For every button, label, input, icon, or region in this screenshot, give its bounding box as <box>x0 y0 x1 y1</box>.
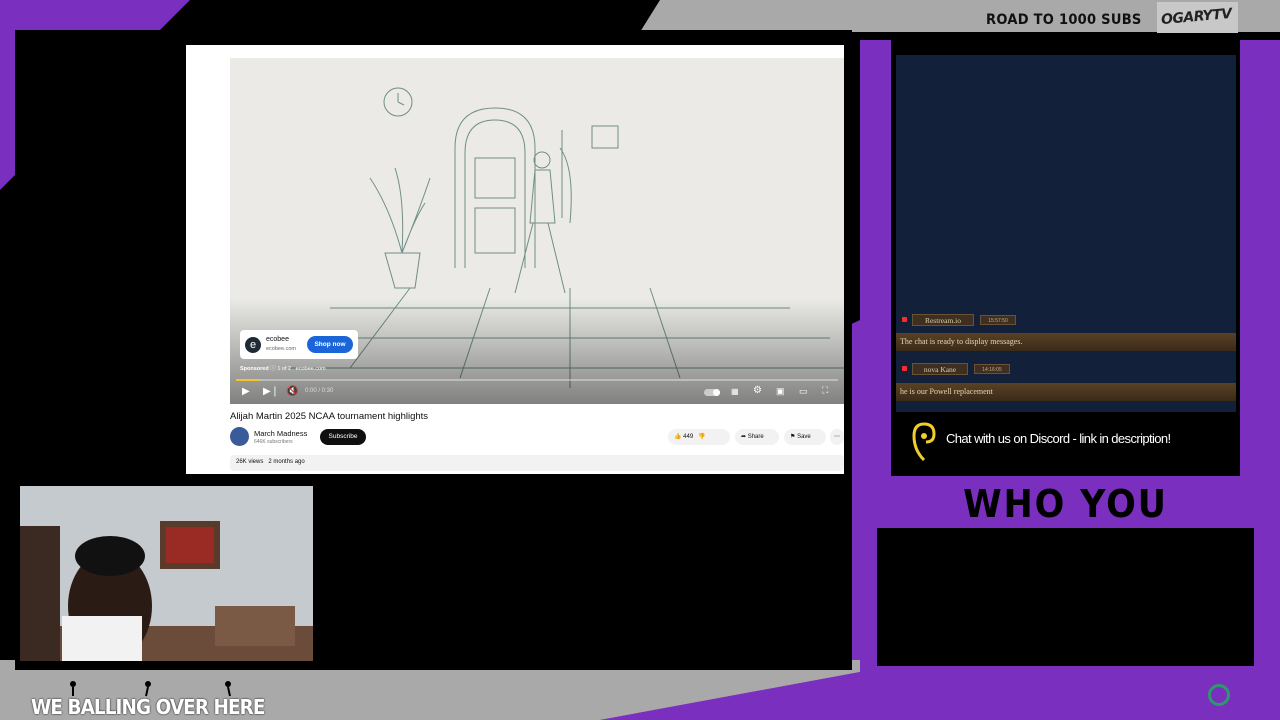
share-label: Share <box>747 434 764 440</box>
brand-logo: OGARYTV <box>1157 2 1238 34</box>
sponsored-text: Sponsored <box>240 366 269 372</box>
ad-card[interactable]: e ecobee ecobee.com Shop now <box>240 330 358 359</box>
youtube-chat-icon <box>902 366 907 371</box>
ad-advertiser: ecobee <box>266 336 289 343</box>
ad-url: ecobee.com <box>266 346 296 352</box>
channel-name[interactable]: March Madness <box>254 429 307 438</box>
restream-logo-icon <box>1208 684 1230 706</box>
ad-count: 1 of 2 <box>277 366 292 372</box>
chat-author: nova Kane <box>912 363 968 375</box>
progress-bar[interactable] <box>236 379 838 381</box>
chat-area[interactable] <box>896 55 1236 412</box>
chat-time: 14:16:05 <box>974 364 1010 374</box>
miniplayer-icon[interactable]: ▣ <box>776 386 785 397</box>
upload-age: 2 months ago <box>268 459 305 465</box>
webcam-scene <box>20 486 313 661</box>
subscriber-count: 646K subscribers <box>254 439 293 445</box>
chat-author: Restream.io <box>912 314 974 326</box>
time-display: 0:00 / 0:30 <box>305 388 334 394</box>
like-icon[interactable]: 👍 <box>674 434 681 440</box>
autoplay-toggle[interactable] <box>704 389 720 396</box>
view-count: 26K views <box>236 459 264 465</box>
play-icon[interactable]: ▶ <box>242 386 250 397</box>
share-button[interactable]: ➦ Share <box>735 429 779 445</box>
shop-now-button[interactable]: Shop now <box>307 336 353 353</box>
next-icon[interactable]: ▶❘ <box>263 386 279 397</box>
video-player[interactable]: e ecobee ecobee.com Shop now Sponsored ⓘ… <box>230 58 844 404</box>
discord-icon <box>912 422 936 462</box>
share-icon: ➦ <box>741 434 747 440</box>
prediction-box <box>877 528 1254 666</box>
banner-text: WE BALLING OVER HERE <box>31 695 265 719</box>
more-icon[interactable]: ⋯ <box>830 429 844 445</box>
brand-text: OGARYTV <box>1160 5 1233 29</box>
subscribe-button[interactable]: Subscribe <box>320 429 366 445</box>
settings-icon[interactable]: ⚙ <box>753 385 762 396</box>
like-dislike-group[interactable]: 👍 449 👎 <box>668 429 730 445</box>
banner: WE BALLING OVER HERE <box>28 681 265 720</box>
fullscreen-icon[interactable]: ⛶ <box>822 385 828 396</box>
restream-icon <box>902 317 907 322</box>
ad-domain: ecobee.com <box>295 366 326 372</box>
save-button[interactable]: ⚑ Save <box>784 429 826 445</box>
like-count: 449 <box>683 434 694 440</box>
discord-promo: Chat with us on Discord - link in descri… <box>946 431 1171 446</box>
sponsored-label: Sponsored ⓘ 1 of 2 ecobee.com <box>240 364 326 372</box>
progress-fill <box>236 379 261 381</box>
chat-message: he is our Powell replacement <box>896 383 1236 401</box>
description-box[interactable]: 26K views 2 months ago <box>230 455 844 471</box>
subscriber-goal: ROAD TO 1000 SUBS <box>986 12 1142 28</box>
video-stats: 26K views 2 months ago <box>236 459 305 465</box>
chat-time: 15:57:50 <box>980 315 1016 325</box>
info-icon: ⓘ <box>270 366 276 372</box>
captions-icon[interactable]: ▦ <box>731 387 739 396</box>
save-icon: ⚑ <box>790 434 796 440</box>
save-label: Save <box>797 434 811 440</box>
video-title[interactable]: Alijah Martin 2025 NCAA tournament highl… <box>230 411 428 422</box>
dislike-icon[interactable]: 👎 <box>698 434 705 440</box>
chat-message: The chat is ready to display messages. <box>896 333 1236 351</box>
toggle-knob <box>713 389 720 396</box>
webcam-feed <box>20 486 313 661</box>
mute-icon[interactable]: 🔇 <box>286 386 298 397</box>
theater-icon[interactable]: ▭ <box>799 386 808 397</box>
channel-avatar[interactable] <box>230 427 249 446</box>
ecobee-logo-icon: e <box>245 337 261 353</box>
